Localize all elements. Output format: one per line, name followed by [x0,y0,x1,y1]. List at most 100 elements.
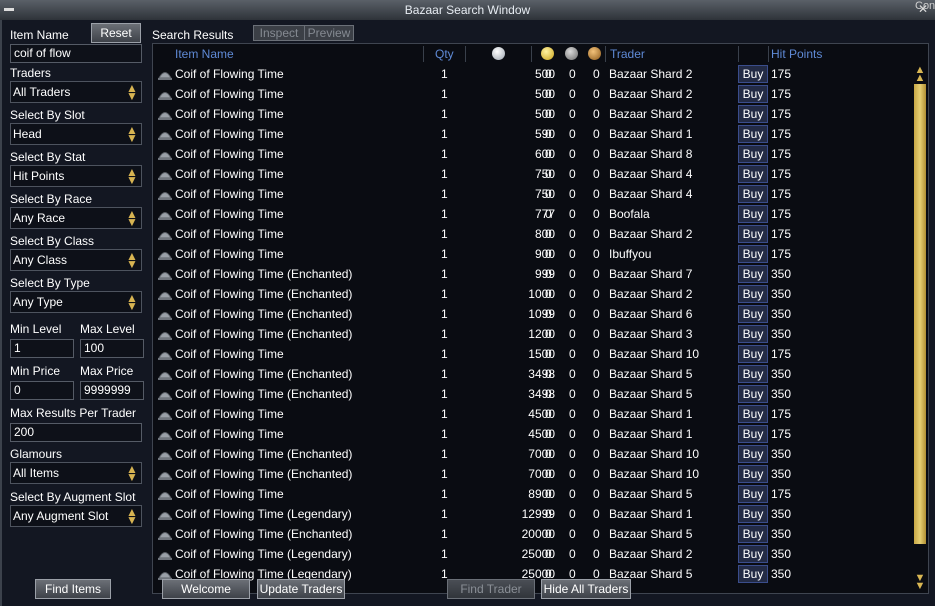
buy-button[interactable]: Buy [738,165,768,183]
buy-button[interactable]: Buy [738,65,768,83]
race-dropdown[interactable]: Any Race ▲ ▼ [10,207,142,229]
table-row[interactable]: Coif of Flowing Time (Enchanted) 1 3498 0 0 0… [153,384,913,404]
class-dropdown[interactable]: Any Class ▲ ▼ [10,249,142,271]
cell-c: 0 [593,227,600,241]
buy-button[interactable]: Buy [738,425,768,443]
cell-trader: Bazaar Shard 5 [609,367,693,381]
table-row[interactable]: Coif of Flowing Time 1 8900 0 0 0 Bazaar Shard… [153,484,913,504]
cell-trader: Bazaar Shard 2 [609,107,693,121]
table-row[interactable]: Coif of Flowing Time 1 1500 0 0 0 Bazaar Shard… [153,344,913,364]
scroll-thumb[interactable] [914,84,926,544]
cell-g: 0 [545,207,552,221]
table-row[interactable]: Coif of Flowing Time (Legendary) 1 25000 0 0… [153,544,913,564]
table-row[interactable]: Coif of Flowing Time 1 750 0 0 0 Bazaar Shard … [153,184,913,204]
min-price-input[interactable]: 0 [10,381,74,400]
buy-button[interactable]: Buy [738,485,768,503]
buy-button[interactable]: Buy [738,205,768,223]
buy-button[interactable]: Buy [738,385,768,403]
buy-button[interactable]: Buy [738,345,768,363]
max-results-input[interactable]: 200 [10,423,142,442]
min-level-input[interactable]: 1 [10,339,74,358]
title-bar[interactable]: ▬ Bazaar Search Window ✕ [0,0,935,21]
type-dropdown[interactable]: Any Type ▲ ▼ [10,291,142,313]
table-row[interactable]: Coif of Flowing Time 1 4500 0 0 0 Bazaar Shard… [153,404,913,424]
table-row[interactable]: Coif of Flowing Time 1 800 0 0 0 Bazaar Shard … [153,224,913,244]
helm-icon [158,452,172,460]
stat-dropdown[interactable]: Hit Points ▲ ▼ [10,165,142,187]
glamours-dropdown[interactable]: All Items ▲ ▼ [10,462,142,484]
buy-button[interactable]: Buy [738,265,768,283]
table-row[interactable]: Coif of Flowing Time 1 500 0 0 0 Bazaar Shard … [153,64,913,84]
table-row[interactable]: Coif of Flowing Time 1 500 0 0 0 Bazaar Shard … [153,84,913,104]
welcome-button[interactable]: Welcome [162,579,250,599]
cell-qty: 1 [441,287,448,301]
buy-button[interactable]: Buy [738,105,768,123]
column-hit-points[interactable]: Hit Points [771,47,822,61]
column-qty[interactable]: Qty [435,47,454,61]
reset-button[interactable]: Reset [91,23,141,43]
buy-button[interactable]: Buy [738,405,768,423]
buy-button[interactable]: Buy [738,465,768,483]
find-trader-button[interactable]: Find Trader [447,579,535,599]
table-row[interactable]: Coif of Flowing Time 1 600 0 0 0 Bazaar Shard … [153,144,913,164]
buy-button[interactable]: Buy [738,445,768,463]
table-row[interactable]: Coif of Flowing Time 1 4500 0 0 0 Bazaar Shard… [153,424,913,444]
inspect-button[interactable]: Inspect [253,25,305,41]
update-traders-button[interactable]: Update Traders [257,579,345,599]
table-row[interactable]: Coif of Flowing Time (Enchanted) 1 1200 0 0 0… [153,324,913,344]
buy-button[interactable]: Buy [738,565,768,583]
preview-button[interactable]: Preview [304,25,354,41]
platinum-coin-icon[interactable] [492,47,505,60]
augment-dropdown[interactable]: Any Augment Slot ▲ ▼ [10,505,142,527]
buy-button[interactable]: Buy [738,145,768,163]
cell-trader: Bazaar Shard 10 [609,447,700,461]
buy-button[interactable]: Buy [738,185,768,203]
helm-icon [158,492,172,500]
silver-coin-icon[interactable] [565,47,578,60]
table-row[interactable]: Coif of Flowing Time (Enchanted) 1 20000 0 0… [153,524,913,544]
cell-c: 0 [593,287,600,301]
buy-button[interactable]: Buy [738,325,768,343]
table-row[interactable]: Coif of Flowing Time 1 900 0 0 0 Ibuffyou 175 Bu… [153,244,913,264]
buy-button[interactable]: Buy [738,285,768,303]
results-scrollbar[interactable]: ▲ ▲ ▼ ▼ [913,64,927,593]
table-row[interactable]: Coif of Flowing Time (Legendary) 1 12999 0 0… [153,504,913,524]
buy-button[interactable]: Buy [738,85,768,103]
item-name-input[interactable]: coif of flow [10,44,142,63]
results-list[interactable]: Item Name Qty Trader Hit Points Coif of … [152,43,929,594]
table-row[interactable]: Coif of Flowing Time 1 777 0 0 0 Boofala 175 Buy [153,204,913,224]
buy-button[interactable]: Buy [738,525,768,543]
dropdown-arrows-icon: ▲ ▼ [126,462,138,484]
traders-dropdown[interactable]: All Traders ▲ ▼ [10,81,142,103]
scroll-up-icon[interactable]: ▲ ▲ [913,65,927,84]
buy-button[interactable]: Buy [738,505,768,523]
table-row[interactable]: Coif of Flowing Time (Enchanted) 1 7000 0 0 0… [153,444,913,464]
find-items-button[interactable]: Find Items [35,579,111,599]
buy-button[interactable]: Buy [738,305,768,323]
table-row[interactable]: Coif of Flowing Time 1 590 0 0 0 Bazaar Shard … [153,124,913,144]
max-level-input[interactable]: 100 [80,339,144,358]
table-row[interactable]: Coif of Flowing Time (Enchanted) 1 1000 0 0 0… [153,284,913,304]
table-row[interactable]: Coif of Flowing Time 1 500 0 0 0 Bazaar Shard … [153,104,913,124]
buy-button[interactable]: Buy [738,245,768,263]
table-row[interactable]: Coif of Flowing Time (Enchanted) 1 999 0 0 0 B… [153,264,913,284]
buy-button[interactable]: Buy [738,545,768,563]
table-row[interactable]: Coif of Flowing Time 1 750 0 0 0 Bazaar Shard … [153,164,913,184]
slot-dropdown[interactable]: Head ▲ ▼ [10,123,142,145]
copper-coin-icon[interactable] [588,47,601,60]
gold-coin-icon[interactable] [541,47,554,60]
buy-button[interactable]: Buy [738,125,768,143]
table-row[interactable]: Coif of Flowing Time (Enchanted) 1 7000 0 0 0… [153,464,913,484]
cell-g: 0 [545,447,552,461]
scroll-down-icon[interactable]: ▼ ▼ [913,573,927,592]
buy-button[interactable]: Buy [738,225,768,243]
hide-all-traders-button[interactable]: Hide All Traders [541,579,631,599]
buy-button[interactable]: Buy [738,365,768,383]
max-price-input[interactable]: 9999999 [80,381,144,400]
column-item-name[interactable]: Item Name [175,47,234,61]
table-row[interactable]: Coif of Flowing Time (Enchanted) 1 1099 0 0 0… [153,304,913,324]
helm-icon [158,152,172,160]
cell-g: 0 [545,267,552,281]
column-trader[interactable]: Trader [610,47,645,61]
table-row[interactable]: Coif of Flowing Time (Enchanted) 1 3498 0 0 0… [153,364,913,384]
